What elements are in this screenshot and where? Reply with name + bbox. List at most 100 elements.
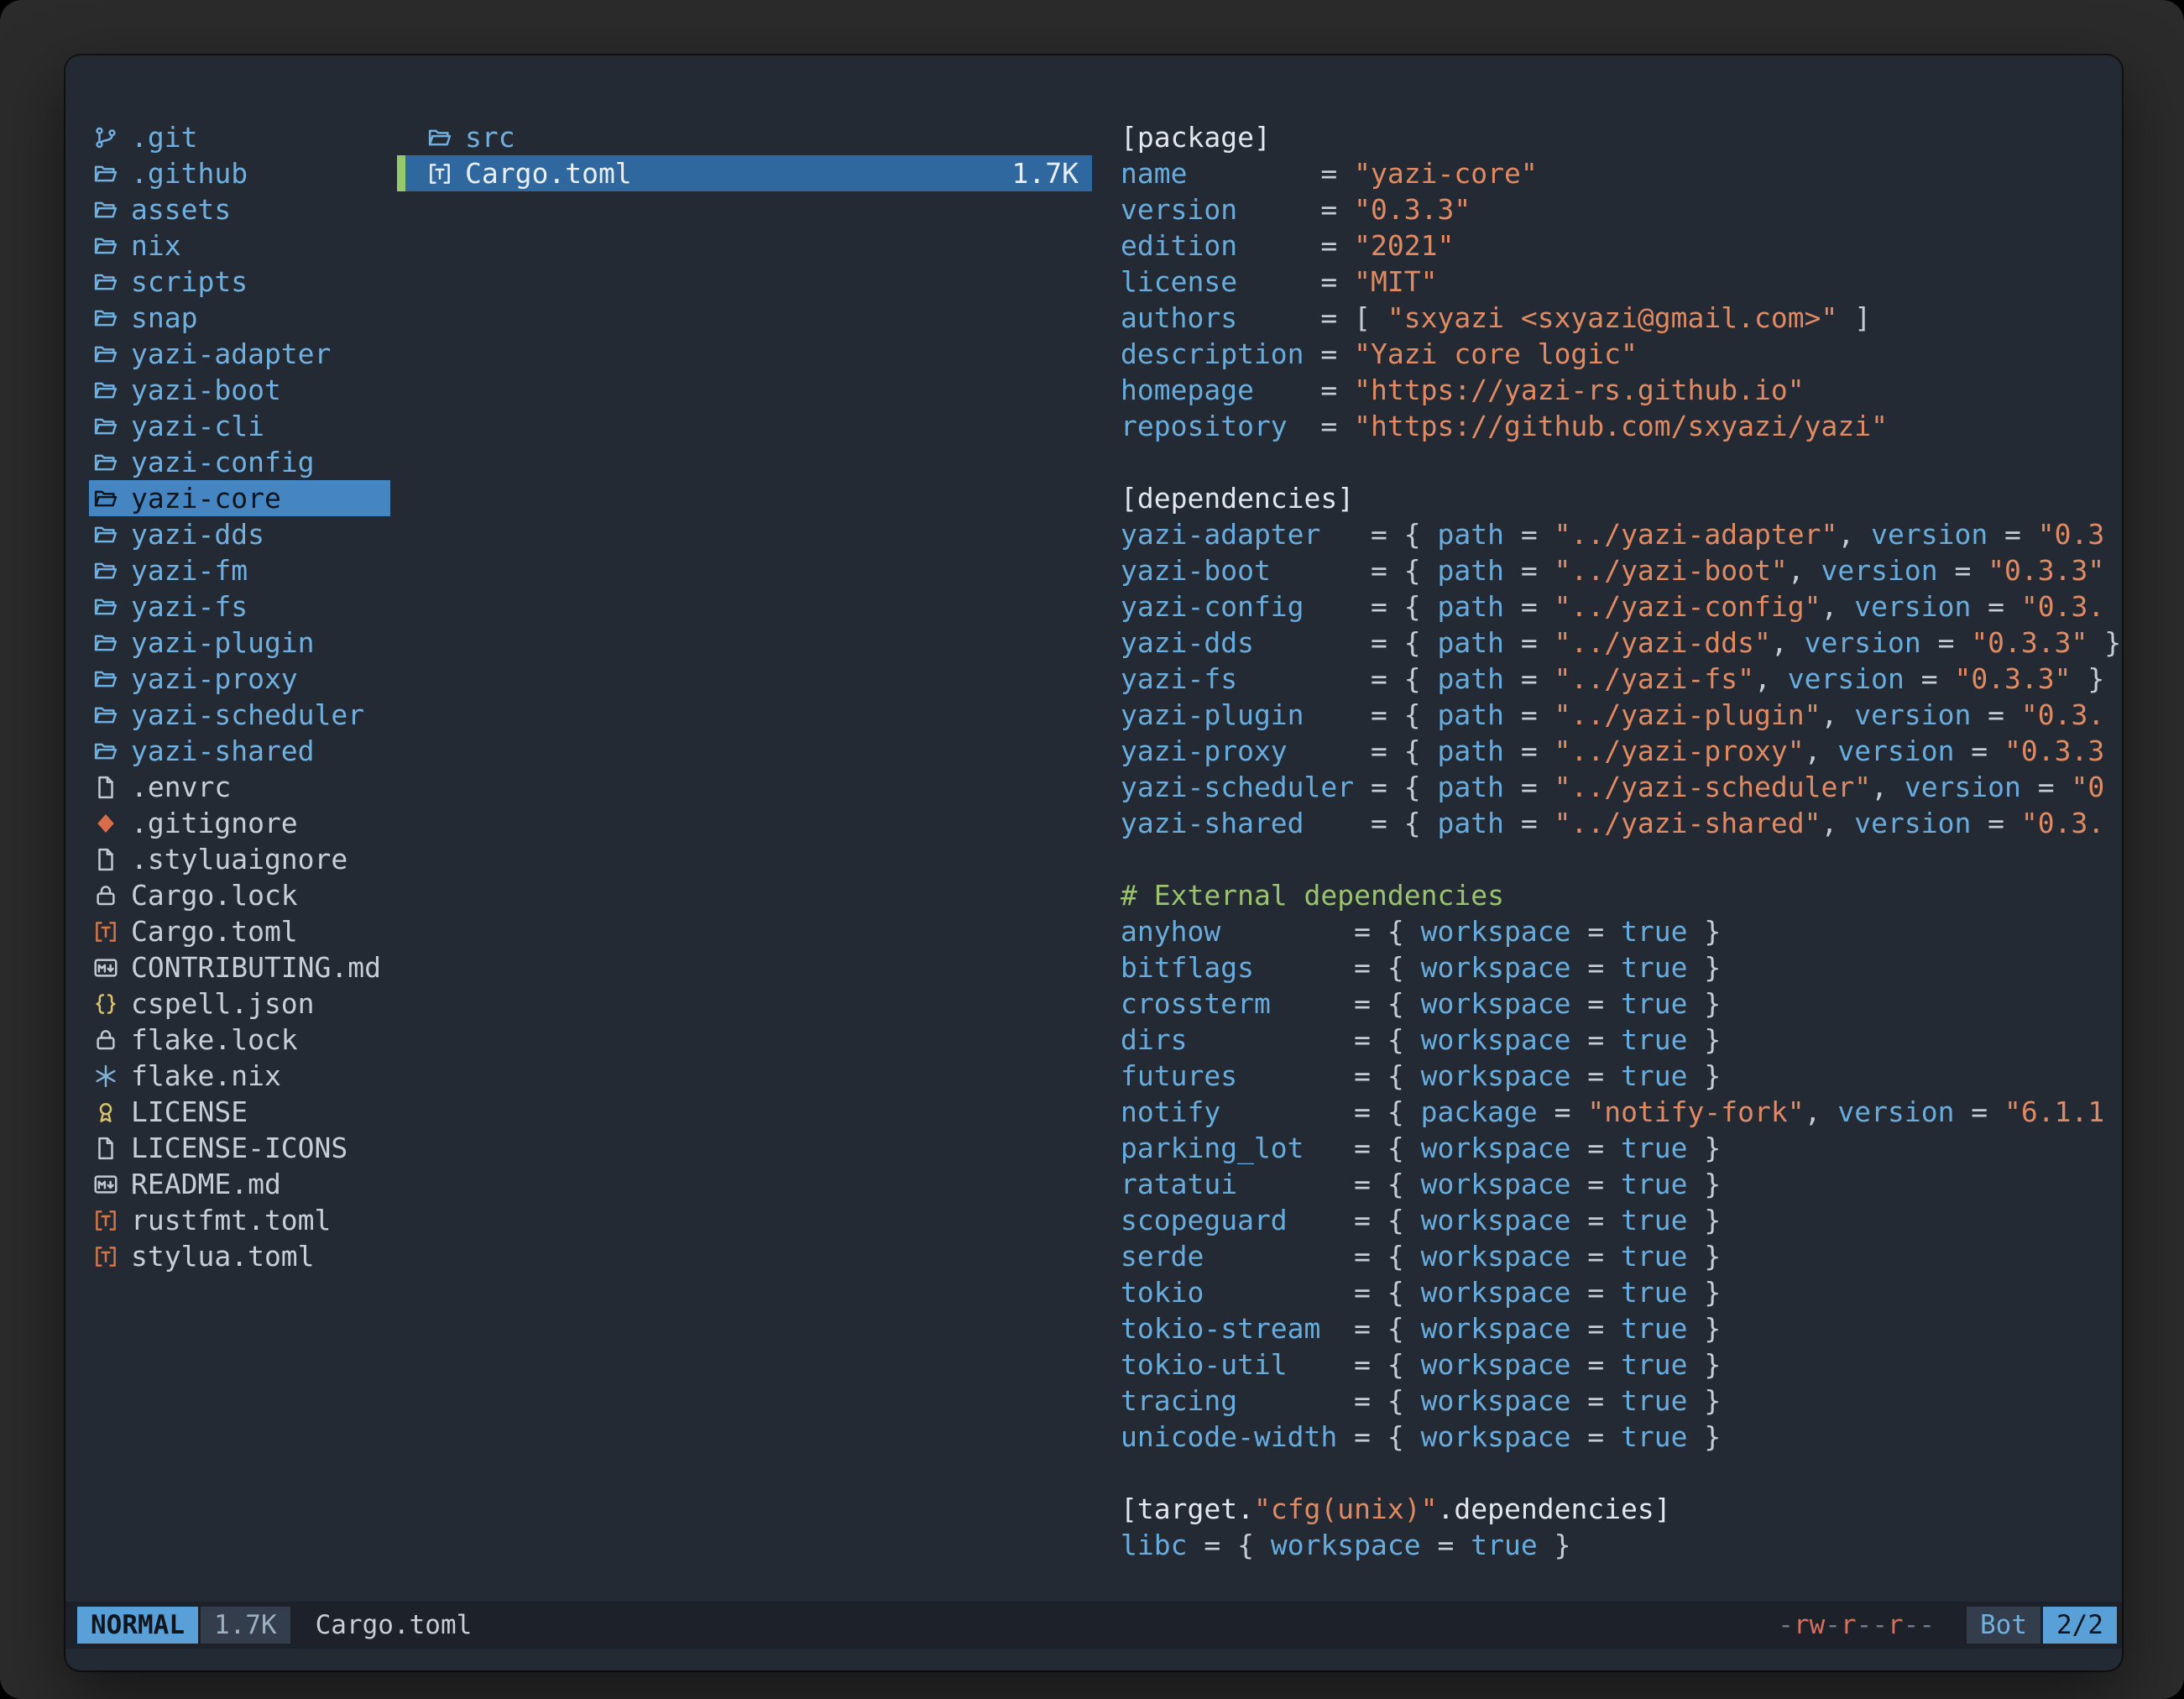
code-line: name = "yazi-core" xyxy=(1121,155,2122,191)
toml-icon xyxy=(425,159,455,189)
file-row[interactable]: yazi-shared xyxy=(89,733,390,769)
file-name: LICENSE xyxy=(131,1095,248,1128)
file-row[interactable]: scripts xyxy=(89,264,390,300)
code-line: libc = { workspace = true } xyxy=(1121,1527,2122,1563)
gitignore-icon xyxy=(91,808,121,839)
file-name: yazi-scheduler xyxy=(131,698,364,731)
file-row[interactable]: .github xyxy=(89,155,390,191)
file-row[interactable]: Cargo.lock xyxy=(89,877,390,913)
panes-container: .git.githubassetsnixscriptssnapyazi-adap… xyxy=(65,55,2122,1602)
file-row[interactable]: .gitignore xyxy=(89,805,390,841)
code-line: dirs = { workspace = true } xyxy=(1121,1022,2122,1058)
code-line xyxy=(1121,444,2122,480)
file-icon xyxy=(91,844,121,875)
file-size: 1.7K xyxy=(1012,157,1079,190)
file-row[interactable]: .envrc xyxy=(89,769,390,805)
json-icon xyxy=(91,989,121,1019)
file-icon xyxy=(91,772,121,802)
markdown-icon xyxy=(91,953,121,983)
file-name: scripts xyxy=(131,265,248,298)
status-filename: Cargo.toml xyxy=(316,1610,473,1640)
code-line: unicode-width = { workspace = true } xyxy=(1121,1419,2122,1455)
code-line: yazi-fs = { path = "../yazi-fs", version… xyxy=(1121,661,2122,697)
file-row[interactable]: Cargo.toml xyxy=(89,913,390,949)
folder-icon xyxy=(91,700,121,730)
folder-icon xyxy=(91,736,121,766)
code-line: yazi-plugin = { path = "../yazi-plugin",… xyxy=(1121,697,2122,733)
file-size-badge: 1.7K xyxy=(201,1607,290,1644)
code-line: version = "0.3.3" xyxy=(1121,191,2122,227)
file-row[interactable]: nix xyxy=(89,227,390,264)
git-folder-icon xyxy=(91,123,121,153)
file-row[interactable]: Cargo.toml 1.7K xyxy=(397,155,1092,191)
current-pane: srcCargo.toml 1.7K xyxy=(397,119,1092,1602)
file-row[interactable]: yazi-fm xyxy=(89,552,390,588)
file-name: yazi-shared xyxy=(131,734,315,767)
file-row[interactable]: yazi-dds xyxy=(89,516,390,552)
scroll-position-label: Bot xyxy=(1967,1607,2040,1644)
file-name: yazi-fs xyxy=(131,590,248,623)
file-row[interactable]: yazi-config xyxy=(89,444,390,480)
toml-icon xyxy=(91,917,121,947)
lock-icon xyxy=(91,1025,121,1055)
code-line: yazi-adapter = { path = "../yazi-adapter… xyxy=(1121,516,2122,552)
status-right: -rw-r--r-- Bot 2/2 xyxy=(1778,1607,2117,1644)
folder-icon xyxy=(91,484,121,514)
file-row[interactable]: yazi-plugin xyxy=(89,625,390,661)
code-line: anyhow = { workspace = true } xyxy=(1121,913,2122,949)
file-name: rustfmt.toml xyxy=(131,1204,331,1236)
file-name: yazi-plugin xyxy=(131,626,315,659)
file-name: Cargo.toml xyxy=(465,157,632,190)
file-name: stylua.toml xyxy=(131,1240,315,1273)
file-row[interactable]: rustfmt.toml xyxy=(89,1202,390,1238)
folder-icon xyxy=(91,303,121,333)
code-line: edition = "2021" xyxy=(1121,227,2122,264)
code-line: scopeguard = { workspace = true } xyxy=(1121,1202,2122,1238)
file-name: .envrc xyxy=(131,771,231,803)
file-name: nix xyxy=(131,229,181,262)
file-name: flake.lock xyxy=(131,1023,298,1056)
folder-icon xyxy=(91,231,121,261)
file-row[interactable]: CONTRIBUTING.md xyxy=(89,949,390,985)
file-name: README.md xyxy=(131,1168,281,1200)
code-line: yazi-scheduler = { path = "../yazi-sched… xyxy=(1121,769,2122,805)
code-line xyxy=(1121,1455,2122,1491)
file-row[interactable]: yazi-core xyxy=(89,480,390,516)
folder-icon xyxy=(91,520,121,550)
code-line: notify = { package = "notify-fork", vers… xyxy=(1121,1094,2122,1130)
file-row[interactable]: LICENSE xyxy=(89,1094,390,1130)
file-row[interactable]: yazi-fs xyxy=(89,588,390,625)
folder-icon xyxy=(91,664,121,694)
file-name: yazi-config xyxy=(131,446,315,478)
file-name: yazi-dds xyxy=(131,518,264,551)
file-row[interactable]: .styluaignore xyxy=(89,841,390,877)
file-row[interactable]: yazi-boot xyxy=(89,372,390,408)
file-row[interactable]: cspell.json xyxy=(89,985,390,1022)
file-row[interactable]: yazi-cli xyxy=(89,408,390,444)
file-row[interactable]: stylua.toml xyxy=(89,1238,390,1274)
file-row[interactable]: flake.lock xyxy=(89,1022,390,1058)
file-row[interactable]: yazi-adapter xyxy=(89,336,390,372)
file-row[interactable]: snap xyxy=(89,300,390,336)
file-row[interactable]: yazi-scheduler xyxy=(89,697,390,733)
file-name: snap xyxy=(131,301,197,334)
file-row[interactable]: src xyxy=(397,119,1092,155)
file-row[interactable]: README.md xyxy=(89,1166,390,1202)
file-row[interactable]: .git xyxy=(89,119,390,155)
folder-icon xyxy=(91,592,121,622)
code-line: yazi-dds = { path = "../yazi-dds", versi… xyxy=(1121,625,2122,661)
file-row[interactable]: flake.nix xyxy=(89,1058,390,1094)
code-line: bitflags = { workspace = true } xyxy=(1121,949,2122,985)
code-line: serde = { workspace = true } xyxy=(1121,1238,2122,1274)
file-row[interactable]: LICENSE-ICONS xyxy=(89,1130,390,1166)
file-name: yazi-boot xyxy=(131,374,281,406)
folder-icon xyxy=(91,339,121,369)
file-name: yazi-cli xyxy=(131,410,264,442)
file-row[interactable]: yazi-proxy xyxy=(89,661,390,697)
file-name: assets xyxy=(131,193,231,226)
file-name: Cargo.lock xyxy=(131,879,298,912)
yazi-terminal-window: .git.githubassetsnixscriptssnapyazi-adap… xyxy=(65,55,2122,1670)
file-row[interactable]: assets xyxy=(89,191,390,227)
code-line: [target."cfg(unix)".dependencies] xyxy=(1121,1491,2122,1527)
file-name: yazi-core xyxy=(131,482,281,515)
